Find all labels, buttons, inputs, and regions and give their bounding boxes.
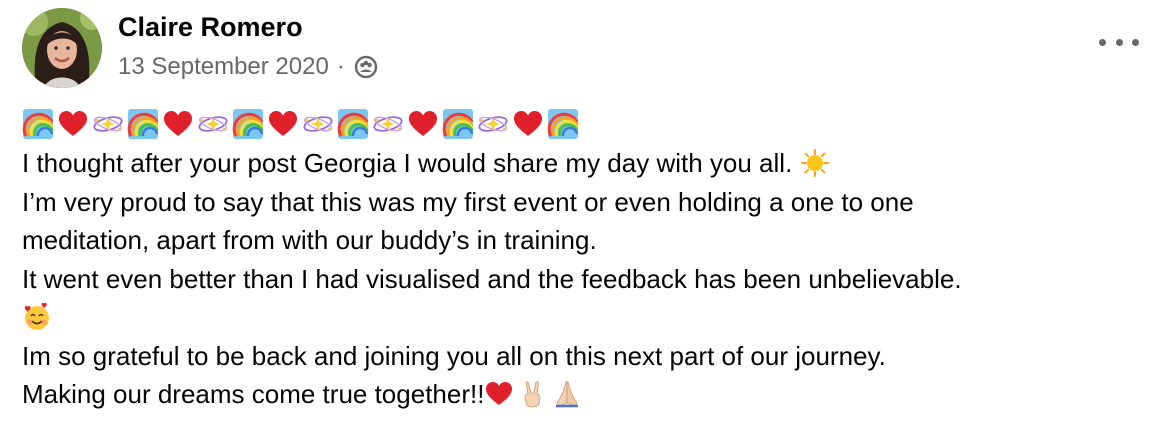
post-meta: 13 September 2020 · bbox=[118, 50, 379, 84]
post-date[interactable]: 13 September 2020 bbox=[118, 53, 329, 81]
author-name[interactable]: Claire Romero bbox=[118, 10, 303, 44]
heart-icon bbox=[162, 108, 194, 140]
rainbow-icon bbox=[442, 108, 474, 140]
rainbow-icon bbox=[547, 108, 579, 140]
post-text: I thought after your post Georgia I woul… bbox=[22, 104, 1147, 414]
sparkle-orbit-icon bbox=[477, 108, 509, 140]
text-line-7: Making our dreams come true together!! bbox=[22, 379, 485, 409]
more-dot bbox=[1099, 38, 1106, 46]
heart-icon bbox=[484, 379, 514, 409]
more-dot bbox=[1115, 38, 1123, 46]
folded-hands-icon bbox=[552, 379, 582, 409]
text-line: meditation, apart from with our buddy’s … bbox=[22, 221, 1147, 260]
rainbow-icon bbox=[337, 108, 369, 140]
text-line bbox=[22, 298, 1147, 337]
sparkle-orbit-icon bbox=[92, 108, 124, 140]
heart-icon bbox=[407, 108, 439, 140]
rainbow-icon bbox=[232, 108, 264, 140]
smiling-face-with-hearts-icon bbox=[22, 302, 52, 332]
friends-icon[interactable] bbox=[353, 54, 379, 80]
text-line: It went even better than I had visualise… bbox=[22, 260, 1147, 299]
text-line: Making our dreams come true together!! bbox=[22, 375, 1147, 414]
text-line: I’m very proud to say that this was my f… bbox=[22, 183, 1147, 222]
sparkle-orbit-icon bbox=[197, 108, 229, 140]
facebook-post: Claire Romero 13 September 2020 · I thou… bbox=[0, 0, 1157, 424]
rainbow-icon bbox=[22, 108, 54, 140]
rainbow-icon bbox=[127, 108, 159, 140]
meta-separator: · bbox=[336, 53, 345, 80]
avatar-image bbox=[22, 8, 102, 88]
text-line-4: It went even better than I had visualise… bbox=[22, 263, 962, 294]
heart-icon bbox=[512, 108, 544, 140]
text-line-1: I thought after your post Georgia I woul… bbox=[22, 148, 793, 178]
text-line: Im so grateful to be back and joining yo… bbox=[22, 337, 1147, 376]
sun-icon bbox=[800, 148, 830, 178]
text-line-3: meditation, apart from with our buddy’s … bbox=[22, 225, 597, 255]
more-options-icon[interactable] bbox=[1099, 32, 1139, 52]
heart-icon bbox=[57, 108, 89, 140]
sparkle-orbit-icon bbox=[372, 108, 404, 140]
author-avatar[interactable] bbox=[22, 8, 102, 88]
emoji-row bbox=[22, 104, 1147, 144]
sparkle-orbit-icon bbox=[302, 108, 334, 140]
text-line-2: I’m very proud to say that this was my f… bbox=[22, 186, 914, 217]
victory-hand-icon bbox=[518, 379, 548, 409]
text-line: I thought after your post Georgia I woul… bbox=[22, 144, 1147, 183]
more-dot bbox=[1132, 38, 1139, 46]
heart-icon bbox=[267, 108, 299, 140]
text-line-6: Im so grateful to be back and joining yo… bbox=[22, 340, 886, 371]
